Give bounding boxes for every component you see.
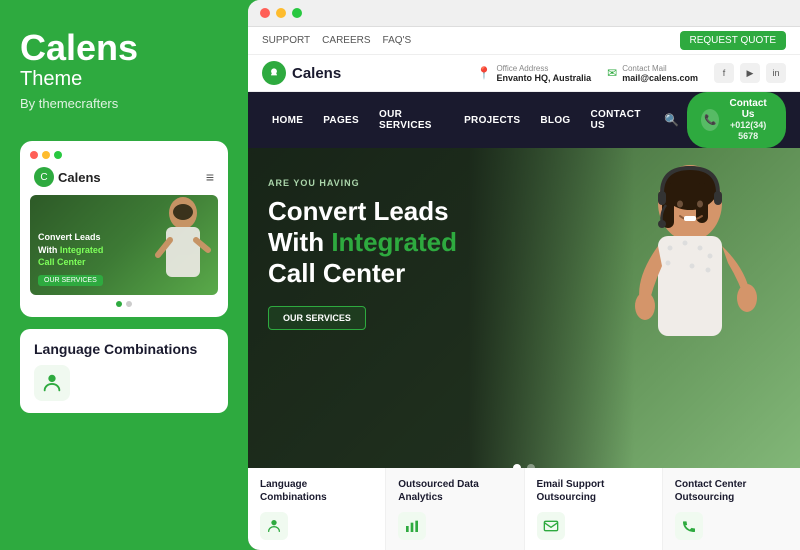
hero-line2: With: [268, 227, 331, 257]
dot-green: [54, 151, 62, 159]
card-contact-title: Contact CenterOutsourcing: [675, 478, 788, 504]
mail-value: mail@calens.com: [622, 73, 698, 83]
person-icon: [41, 372, 63, 394]
mail-details: Contact Mail mail@calens.com: [622, 64, 698, 83]
office-details: Office Address Envanto HQ, Australia: [496, 64, 591, 83]
brand-title: Calens: [20, 30, 228, 66]
dot-yellow: [42, 151, 50, 159]
card-analytics-title: Outsourced DataAnalytics: [398, 478, 511, 504]
mobile-dots: [30, 151, 218, 159]
mobile-hero-accent: IntegratedCall Center: [38, 245, 103, 268]
phone-number: +012(34) 5678: [730, 120, 766, 141]
card-email-icon: [537, 512, 565, 540]
hero-woman-svg: [128, 195, 218, 295]
mobile-logo-icon: C: [34, 167, 54, 187]
lang-card-title: Language Combinations: [34, 341, 214, 357]
instagram-icon[interactable]: in: [766, 63, 786, 83]
hero-services-btn[interactable]: OUR SERVICES: [268, 306, 366, 330]
nav-projects[interactable]: PROJECTS: [454, 107, 530, 134]
site-logo-icon: [262, 61, 286, 85]
search-icon[interactable]: 🔍: [656, 105, 687, 135]
nav-services[interactable]: OUR SERVICES: [369, 101, 454, 139]
card-email-support: Email SupportOutsourcing: [525, 468, 663, 550]
contact-mail: ✉ Contact Mail mail@calens.com: [607, 64, 698, 83]
mail-label: Contact Mail: [622, 64, 698, 73]
card-email-title: Email SupportOutsourcing: [537, 478, 650, 504]
mobile-services-btn[interactable]: OUR SERVICES: [38, 275, 103, 286]
lang-card-icon: [34, 365, 70, 401]
card-lang-title: LanguageCombinations: [260, 478, 373, 504]
slider-dot-2: [126, 301, 132, 307]
contact-us-btn[interactable]: 📞 Contact Us +012(34) 5678: [687, 92, 786, 148]
nav-home[interactable]: HOME: [262, 107, 313, 134]
browser-dot-green: [292, 8, 302, 18]
browser-dot-red: [260, 8, 270, 18]
bottom-cards: LanguageCombinations Outsourced DataAnal…: [248, 468, 800, 550]
right-panel: SUPPORT CAREERS FAQ'S REQUEST QUOTE Cale…: [248, 0, 800, 550]
card-contact-center: Contact CenterOutsourcing: [663, 468, 800, 550]
card-lang-icon: [260, 512, 288, 540]
mobile-hero-content: Convert LeadsWith IntegratedCall Center …: [38, 231, 103, 287]
mobile-logo-text: Calens: [58, 170, 101, 185]
office-label: Office Address: [496, 64, 591, 73]
chart-icon: [404, 518, 420, 534]
language-combinations-card: Language Combinations: [20, 329, 228, 413]
nav-pages[interactable]: PAGES: [313, 107, 369, 134]
card-data-analytics: Outsourced DataAnalytics: [386, 468, 524, 550]
hero-woman-svg: [580, 148, 800, 438]
person-icon: [266, 518, 282, 534]
site-topbar: SUPPORT CAREERS FAQ'S REQUEST QUOTE: [248, 27, 800, 55]
contact-us-label: Contact Us: [729, 98, 766, 120]
topbar-faq[interactable]: FAQ'S: [383, 35, 412, 46]
slider-dot-1: [116, 301, 122, 307]
site-hero: ARE YOU HAVING Convert Leads With Integr…: [248, 148, 800, 550]
location-icon: 📍: [476, 66, 491, 80]
office-address: 📍 Office Address Envanto HQ, Australia: [476, 64, 591, 83]
card-language-combinations: LanguageCombinations: [248, 468, 386, 550]
browser-dot-yellow: [276, 8, 286, 18]
browser-chrome: [248, 0, 800, 27]
contact-btn-text: Contact Us +012(34) 5678: [724, 98, 772, 142]
facebook-icon[interactable]: f: [714, 63, 734, 83]
brand-subtitle: Theme: [20, 66, 228, 92]
contact-info: 📍 Office Address Envanto HQ, Australia ✉…: [476, 63, 786, 83]
hero-line3: Call Center: [268, 258, 405, 288]
dot-red: [30, 151, 38, 159]
brand-by: By themecrafters: [20, 96, 228, 111]
phone-icon-wrap: 📞: [701, 109, 719, 131]
youtube-icon[interactable]: ▶: [740, 63, 760, 83]
mobile-slider-dots: [30, 301, 218, 307]
email-icon: [543, 518, 559, 534]
mobile-navbar: C Calens ≡: [30, 167, 218, 187]
site-logo: Calens: [262, 61, 341, 85]
nav-blog[interactable]: BLOG: [530, 107, 580, 134]
mobile-mockup: C Calens ≡ Convert LeadsWith IntegratedC…: [20, 141, 228, 317]
site-navbar: HOME PAGES OUR SERVICES PROJECTS BLOG CO…: [248, 92, 800, 148]
card-analytics-icon: [398, 512, 426, 540]
mobile-hero-text: Convert LeadsWith IntegratedCall Center: [38, 231, 103, 269]
social-icons: f ▶ in: [714, 63, 786, 83]
request-quote-btn[interactable]: REQUEST QUOTE: [680, 31, 787, 50]
brand-section: Calens Theme By themecrafters: [20, 30, 228, 111]
hero-line1: Convert Leads: [268, 196, 449, 226]
topbar-careers[interactable]: CAREERS: [322, 35, 370, 46]
mobile-hero-banner: Convert LeadsWith IntegratedCall Center …: [30, 195, 218, 295]
site-header: Calens 📍 Office Address Envanto HQ, Aust…: [248, 55, 800, 92]
mail-icon: ✉: [607, 66, 617, 80]
phone-icon: [681, 518, 697, 534]
phone-icon: 📞: [704, 115, 716, 126]
site-logo-text: Calens: [292, 65, 341, 82]
logo-svg: [267, 66, 281, 80]
office-value: Envanto HQ, Australia: [496, 73, 591, 83]
hamburger-icon[interactable]: ≡: [206, 169, 214, 185]
nav-contact[interactable]: CONTACT US: [580, 101, 656, 139]
mobile-logo: C Calens: [34, 167, 101, 187]
topbar-links: SUPPORT CAREERS FAQ'S: [262, 35, 411, 46]
left-panel: Calens Theme By themecrafters C Calens ≡: [0, 0, 248, 550]
card-contact-icon: [675, 512, 703, 540]
topbar-support[interactable]: SUPPORT: [262, 35, 310, 46]
hero-accent: Integrated: [331, 227, 457, 257]
